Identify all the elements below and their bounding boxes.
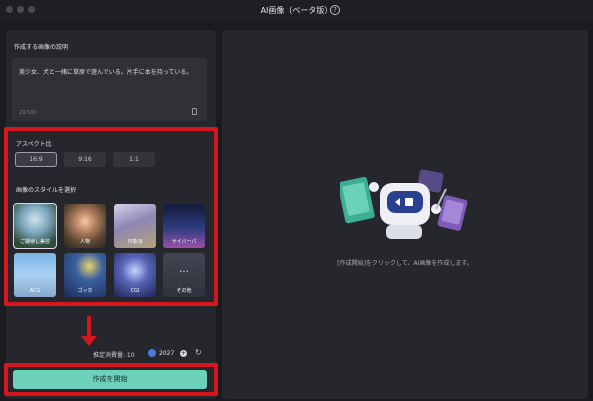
empty-state-hint: [作成開始]をクリックして、AI画像を作成します。 xyxy=(337,260,473,267)
window-title: AI画像（ベータ版） xyxy=(260,6,333,15)
prompt-input[interactable]: 美少女、犬と一緒に草原で遊んでいる。片手に本を持っている。 29/500 xyxy=(12,58,207,121)
highlight-box-settings xyxy=(4,127,218,306)
prompt-label: 作成する画像の説明 xyxy=(14,44,69,51)
annotation-arrow-shaft xyxy=(87,316,91,338)
annotation-arrow-icon xyxy=(81,336,97,346)
prompt-text: 美少女、犬と一緒に草原で遊んでいる。片手に本を持っている。 xyxy=(19,69,193,76)
coin-balance: 2027 xyxy=(159,350,175,357)
robot-illustration xyxy=(340,169,468,239)
add-credits-icon[interactable]: + xyxy=(180,350,187,357)
coin-icon xyxy=(148,349,156,357)
char-count: 29/500 xyxy=(19,110,37,116)
clipboard-icon[interactable] xyxy=(192,108,197,115)
title-bar: AI画像（ベータ版） ? xyxy=(0,0,593,22)
cost-label: 推定消費量: 10 xyxy=(93,352,135,359)
help-icon[interactable]: ? xyxy=(330,5,340,15)
refresh-icon[interactable]: ↻ xyxy=(195,348,202,357)
generate-button[interactable]: 作成を開始 xyxy=(13,370,207,389)
